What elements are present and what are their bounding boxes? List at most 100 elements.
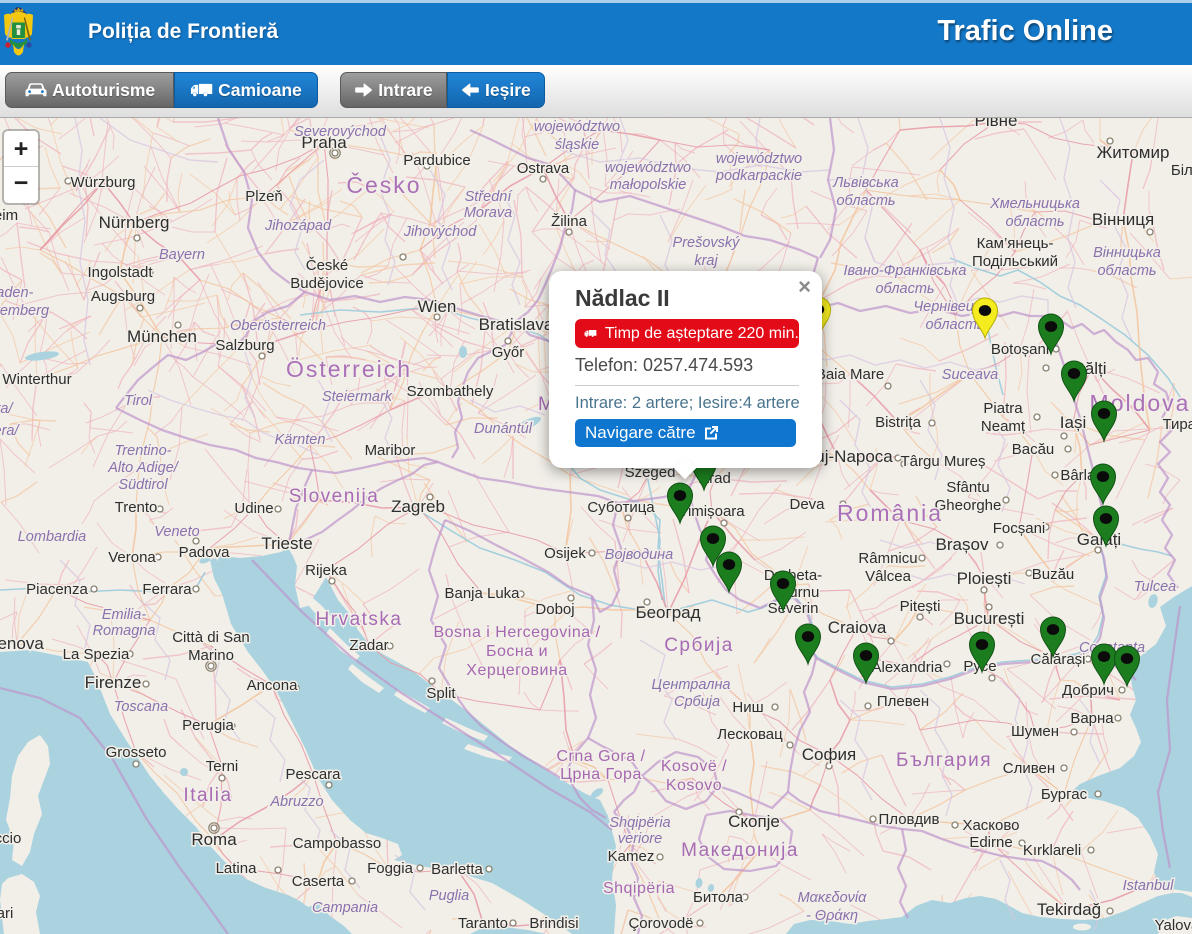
svg-text:Trento: Trento [115, 499, 158, 516]
svg-text:śląskie: śląskie [555, 137, 599, 153]
svg-text:- Θράκη: - Θράκη [806, 908, 858, 924]
svg-text:Foggia: Foggia [367, 860, 414, 877]
svg-text:София: София [802, 745, 856, 764]
svg-text:Split: Split [426, 685, 456, 702]
svg-text:Campania: Campania [312, 900, 378, 916]
svg-text:Херцеговина: Херцеговина [466, 662, 567, 679]
svg-text:Terni: Terni [206, 758, 239, 775]
svg-text:Augsburg: Augsburg [91, 288, 155, 305]
svg-text:Jihovýchod: Jihovýchod [403, 224, 477, 240]
svg-text:München: München [127, 327, 197, 346]
svg-text:Hrvatska: Hrvatska [316, 609, 403, 630]
svg-text:Ниш: Ниш [732, 699, 763, 716]
svg-text:Sfântu: Sfântu [946, 479, 989, 496]
svg-text:kraj: kraj [694, 253, 718, 269]
svg-text:Latina: Latina [216, 860, 258, 877]
svg-text:Ingolstadt: Ingolstadt [87, 264, 153, 281]
svg-text:Ostrava: Ostrava [517, 160, 570, 177]
svg-text:veriore: veriore [618, 831, 662, 847]
svg-text:Kosovo: Kosovo [666, 777, 722, 794]
svg-text:Црна Гора: Црна Гора [560, 766, 642, 783]
svg-text:Buzău: Buzău [1032, 566, 1075, 583]
svg-text:Pitești: Pitești [900, 598, 941, 615]
svg-text:Alto Adige/: Alto Adige/ [107, 460, 180, 476]
svg-text:Szombathely: Szombathely [407, 383, 494, 400]
svg-text:Београд: Београд [635, 603, 700, 622]
svg-text:Brașov: Brașov [936, 535, 989, 554]
svg-text:Piatra: Piatra [983, 400, 1023, 417]
svg-text:Žilina: Žilina [551, 213, 588, 230]
svg-text:Pescara: Pescara [285, 766, 341, 783]
svg-text:Doboj: Doboj [535, 601, 574, 618]
svg-text:Львівська: Львівська [832, 175, 898, 191]
svg-text:małopolskie: małopolskie [610, 177, 687, 193]
svg-text:Србија: Србија [674, 694, 720, 710]
svg-text:Dunántúl: Dunántúl [474, 421, 533, 437]
svg-text:Rijeka: Rijeka [305, 562, 347, 579]
svg-text:România: România [837, 500, 943, 526]
svg-text:Crna Gora /: Crna Gora / [556, 748, 645, 765]
svg-text:Udine: Udine [234, 500, 273, 517]
svg-text:podkarpackie: podkarpackie [715, 168, 802, 184]
svg-text:Бургас: Бургас [1041, 786, 1088, 803]
svg-text:Brindisi: Brindisi [529, 915, 578, 932]
svg-text:Bosna i Hercegovina /: Bosna i Hercegovina / [433, 624, 600, 641]
svg-text:Craiova: Craiova [828, 618, 887, 637]
svg-text:Босна и: Босна и [486, 643, 548, 660]
svg-text:Focșani: Focșani [993, 520, 1046, 537]
svg-text:Winterthur: Winterthur [2, 371, 71, 388]
svg-text:Çorovodë: Çorovodë [628, 915, 693, 932]
svg-text:Südtirol: Südtirol [118, 477, 168, 493]
svg-text:Maribor: Maribor [365, 442, 416, 459]
svg-text:województwo: województwo [716, 151, 802, 167]
svg-text:ccio: ccio [0, 830, 21, 847]
svg-text:Slovenija: Slovenija [289, 486, 380, 507]
svg-text:Pardubice: Pardubice [403, 152, 471, 169]
svg-text:Severovýchod: Severovýchod [294, 124, 387, 140]
svg-text:Edirne: Edirne [969, 834, 1012, 851]
svg-text:województwo: województwo [605, 160, 691, 176]
svg-text:Târgu Mureș: Târgu Mureș [900, 453, 985, 470]
svg-text:Битола: Битола [693, 889, 744, 906]
svg-text:Івано-Франківська: Івано-Франківська [844, 263, 967, 279]
svg-text:Пловдив: Пловдив [879, 811, 940, 828]
svg-text:Хасково: Хасково [962, 817, 1019, 834]
svg-text:Marino: Marino [188, 647, 234, 664]
svg-text:Italia: Italia [183, 785, 232, 806]
svg-text:Shqipëria: Shqipëria [603, 880, 675, 897]
svg-text:Војводина: Војводина [605, 547, 673, 563]
svg-text:Deva: Deva [789, 496, 825, 513]
svg-text:Tekirdağ: Tekirdağ [1037, 900, 1101, 919]
svg-text:rttemberg: rttemberg [0, 303, 49, 319]
svg-text:Біла: Біла [1171, 162, 1192, 179]
svg-text:Вінницька: Вінницька [1093, 245, 1161, 261]
svg-text:Варна: Варна [1070, 710, 1114, 727]
svg-text:Ancona: Ancona [247, 677, 299, 694]
svg-text:era/: era/ [0, 423, 20, 439]
svg-text:область: область [875, 281, 934, 297]
svg-text:Perugia: Perugia [182, 717, 234, 734]
svg-text:Genova: Genova [0, 634, 44, 653]
svg-text:Střední: Střední [465, 189, 514, 205]
svg-text:Emilia-: Emilia- [102, 607, 146, 623]
svg-text:область: область [1005, 214, 1064, 230]
svg-text:Nürnberg: Nürnberg [99, 213, 170, 232]
svg-text:Централна: Централна [651, 677, 730, 693]
svg-text:Zagreb: Zagreb [391, 497, 445, 516]
svg-text:Шумен: Шумен [1011, 723, 1059, 740]
svg-text:Steiermark: Steiermark [322, 389, 393, 405]
svg-text:Житомир: Житомир [1097, 143, 1170, 162]
svg-text:Taranto: Taranto [458, 915, 508, 932]
svg-text:Würzburg: Würzburg [70, 174, 135, 191]
svg-text:Tirol: Tirol [124, 393, 153, 409]
svg-text:La Spezia: La Spezia [63, 646, 130, 663]
svg-text:Yalova: Yalova [1155, 917, 1192, 934]
svg-text:Подільський: Подільський [972, 253, 1058, 270]
svg-text:Severin: Severin [768, 600, 819, 617]
svg-text:Кам’янець-: Кам’янець- [977, 235, 1054, 252]
svg-text:Iași: Iași [1060, 413, 1086, 432]
svg-text:Vâlcea: Vâlcea [865, 568, 912, 585]
svg-text:București: București [954, 609, 1025, 628]
svg-text:България: България [896, 750, 992, 771]
svg-text:область: область [1097, 263, 1156, 279]
